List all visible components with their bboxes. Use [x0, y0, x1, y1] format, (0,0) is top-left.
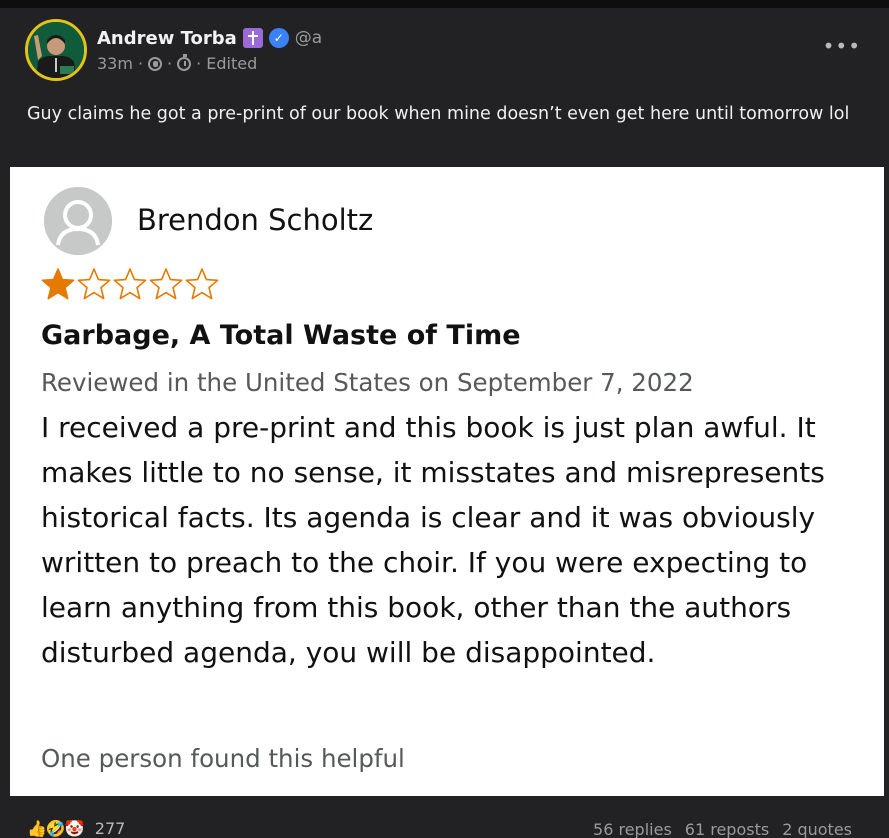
- reviewer-name: Brendon Scholtz: [137, 203, 374, 237]
- separator-dot: ·: [167, 54, 173, 73]
- helpful-text: One person found this helpful: [41, 744, 405, 773]
- review-date: Reviewed in the United States on Septemb…: [41, 368, 694, 397]
- reactions-summary[interactable]: 👍 🤣 🤡 277: [27, 819, 125, 838]
- post-header: Andrew Torba ✓ @a 33m · · · Edited: [25, 19, 322, 81]
- globe-icon: [148, 56, 163, 71]
- star-empty-icon: [149, 268, 183, 300]
- thumbs-up-icon: 👍: [27, 818, 47, 838]
- post-time[interactable]: 33m: [97, 54, 133, 73]
- post-text: Guy claims he got a pre-print of our boo…: [27, 104, 850, 124]
- reaction-count: 277: [94, 819, 126, 838]
- author-name[interactable]: Andrew Torba: [97, 28, 237, 49]
- quotes-link[interactable]: 2 quotes: [782, 820, 852, 838]
- review-title: Garbage, A Total Waste of Time: [41, 320, 521, 351]
- post-stats: 56 replies 61 reposts 2 quotes: [580, 820, 852, 838]
- post-card: Andrew Torba ✓ @a 33m · · · Edited ••• G…: [0, 0, 889, 838]
- star-rating: [40, 267, 220, 301]
- star-empty-icon: [185, 268, 219, 300]
- review-body: I received a pre-print and this book is …: [41, 411, 825, 669]
- rofl-icon: 🤣: [45, 818, 66, 838]
- edited-label[interactable]: Edited: [206, 54, 257, 73]
- separator-dot: ·: [196, 54, 202, 73]
- post-footer: 👍 🤣 🤡 277 56 replies 61 reposts 2 quotes: [0, 796, 889, 838]
- more-options-icon[interactable]: •••: [823, 34, 861, 58]
- star-empty-icon: [113, 268, 147, 300]
- star-filled-icon: [41, 268, 75, 300]
- attached-image[interactable]: Brendon Scholtz Garbage, A Total Waste o…: [10, 167, 884, 796]
- cross-badge-icon: [242, 28, 263, 48]
- reviewer-avatar-icon: [44, 187, 112, 255]
- replies-link[interactable]: 56 replies: [593, 820, 672, 838]
- reposts-link[interactable]: 61 reposts: [685, 820, 769, 838]
- separator-dot: ·: [137, 54, 144, 73]
- clown-icon: 🤡: [64, 818, 85, 838]
- star-empty-icon: [77, 268, 111, 300]
- author-meta: Andrew Torba ✓ @a 33m · · · Edited: [97, 25, 322, 74]
- author-avatar[interactable]: [25, 19, 87, 81]
- author-handle[interactable]: @a: [295, 28, 322, 48]
- timer-icon: [177, 53, 192, 71]
- verified-icon: ✓: [268, 28, 289, 48]
